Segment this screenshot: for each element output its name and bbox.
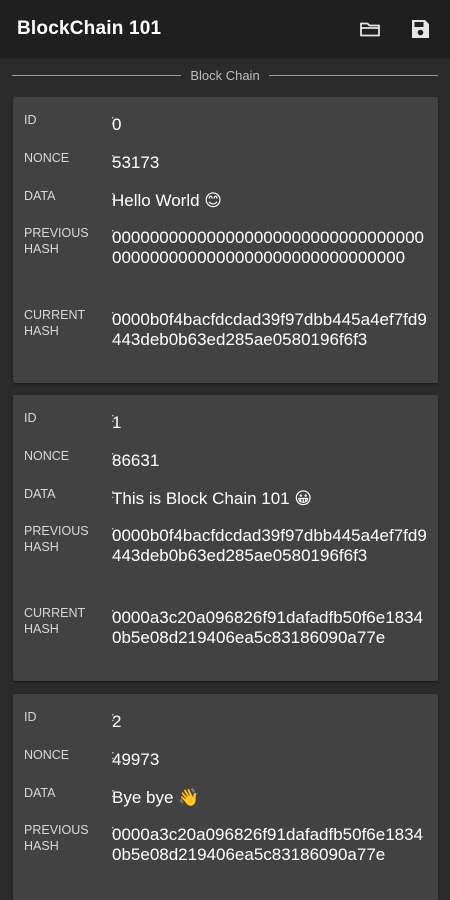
nonce-label: NONCE bbox=[24, 449, 70, 463]
app-bar-actions bbox=[354, 13, 436, 45]
nonce-label: NONCE bbox=[24, 151, 70, 165]
current-hash-label-line2: HASH bbox=[24, 324, 59, 338]
nonce-value: 49973 bbox=[112, 750, 160, 769]
previous-hash-label-line1: PREVIOUS bbox=[24, 524, 89, 538]
current-hash-label-line2: HASH bbox=[24, 622, 59, 636]
current-hash-value: 0000a3c20a096826f91dafadfb50f6e18340b5e0… bbox=[112, 608, 424, 647]
previous-hash-value: 0000a3c20a096826f91dafadfb50f6e18340b5e0… bbox=[112, 825, 424, 864]
id-label: ID bbox=[24, 411, 37, 425]
previous-hash-label: PREVIOUS HASH bbox=[24, 225, 102, 257]
block-list[interactable]: ID : 0 NONCE : 53173 DATA : Hello World … bbox=[0, 97, 450, 900]
previous-hash-label-line1: PREVIOUS bbox=[24, 226, 89, 240]
nonce-value: 53173 bbox=[112, 153, 160, 172]
previous-hash-label-line1: PREVIOUS bbox=[24, 823, 89, 837]
block-card: ID : 2 NONCE : 49973 DATA : Bye bye 👋 PR… bbox=[13, 694, 438, 900]
block-card: ID : 0 NONCE : 53173 DATA : Hello World … bbox=[13, 97, 438, 383]
divider-line-right bbox=[268, 74, 438, 76]
section-label: Block Chain bbox=[190, 67, 260, 83]
folder-open-icon bbox=[360, 22, 380, 37]
data-label: DATA bbox=[24, 786, 56, 800]
id-value: 2 bbox=[112, 712, 122, 731]
previous-hash-value: 0000b0f4bacfdcdad39f97dbb445a4ef7fd9443d… bbox=[112, 526, 427, 565]
id-value: 0 bbox=[112, 115, 122, 134]
current-hash-label: CURRENT HASH bbox=[24, 307, 102, 339]
previous-hash-label-line2: HASH bbox=[24, 839, 59, 853]
block-card: ID : 1 NONCE : 86631 DATA : This is Bloc… bbox=[13, 395, 438, 681]
data-value: Hello World 😊 bbox=[112, 191, 222, 210]
current-hash-label: CURRENT HASH bbox=[24, 605, 102, 637]
app-bar: BlockChain 101 bbox=[0, 0, 450, 58]
save-icon bbox=[412, 20, 429, 38]
id-value: 1 bbox=[112, 413, 122, 432]
nonce-label: NONCE bbox=[24, 748, 70, 762]
section-divider: Block Chain bbox=[0, 64, 450, 86]
current-hash-label-line1: CURRENT bbox=[24, 606, 86, 620]
data-value: Bye bye 👋 bbox=[112, 788, 200, 807]
data-value: This is Block Chain 101 😀 bbox=[112, 489, 313, 508]
previous-hash-label-line2: HASH bbox=[24, 540, 59, 554]
previous-hash-value: 0000000000000000000000000000000000000000… bbox=[112, 228, 425, 267]
id-label: ID bbox=[24, 710, 37, 724]
data-label: DATA bbox=[24, 487, 56, 501]
app-title: BlockChain 101 bbox=[17, 18, 162, 39]
current-hash-value: 0000b0f4bacfdcdad39f97dbb445a4ef7fd9443d… bbox=[112, 310, 427, 349]
data-label: DATA bbox=[24, 189, 56, 203]
save-button[interactable] bbox=[404, 13, 436, 45]
previous-hash-label: PREVIOUS HASH bbox=[24, 822, 102, 854]
open-button[interactable] bbox=[354, 13, 386, 45]
previous-hash-label: PREVIOUS HASH bbox=[24, 523, 102, 555]
previous-hash-label-line2: HASH bbox=[24, 242, 59, 256]
id-label: ID bbox=[24, 113, 37, 127]
current-hash-label-line1: CURRENT bbox=[24, 308, 86, 322]
divider-line-left bbox=[12, 74, 182, 76]
nonce-value: 86631 bbox=[112, 451, 160, 470]
